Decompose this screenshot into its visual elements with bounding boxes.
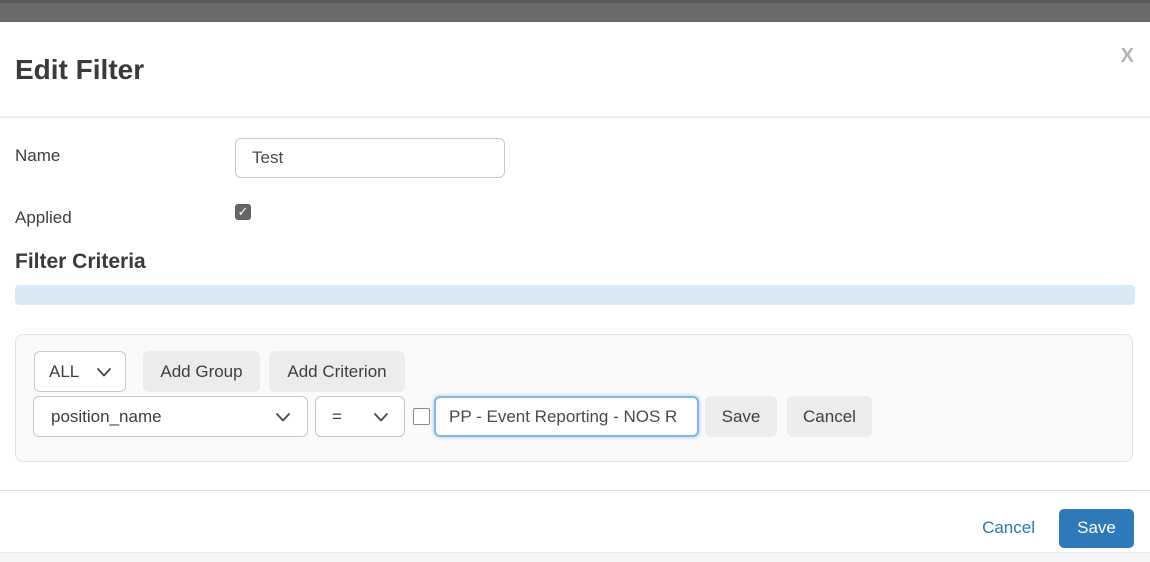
criteria-panel: ALL Add Group Add Criterion position_nam… [15, 334, 1133, 462]
close-icon[interactable]: X [1121, 46, 1134, 66]
group-operator-select[interactable]: ALL [34, 351, 126, 392]
page-top-bar [0, 0, 1150, 22]
page-bottom-strip [0, 552, 1150, 562]
chevron-down-icon [276, 407, 290, 427]
criterion-checkbox[interactable] [413, 408, 430, 425]
group-operator-value: ALL [49, 361, 80, 381]
name-input[interactable] [235, 138, 505, 178]
cancel-link[interactable]: Cancel [982, 518, 1035, 538]
dialog-title: Edit Filter [15, 54, 145, 85]
edit-filter-dialog: Edit Filter X Name Applied ✓ Filter Crit… [0, 22, 1150, 552]
criterion-field-select[interactable]: position_name [33, 396, 308, 437]
header-divider [0, 116, 1150, 118]
applied-checkbox[interactable]: ✓ [235, 204, 251, 220]
dialog-footer: Cancel Save [982, 508, 1134, 548]
criterion-cancel-button[interactable]: Cancel [787, 396, 872, 437]
footer-divider [0, 490, 1150, 491]
criterion-value-input[interactable] [434, 396, 699, 437]
name-label: Name [15, 146, 61, 165]
criterion-operator-value: = [332, 406, 342, 426]
save-button[interactable]: Save [1059, 508, 1134, 548]
criterion-row: position_name = Save Cancel [33, 396, 872, 437]
criterion-operator-select[interactable]: = [315, 396, 405, 437]
applied-label: Applied [15, 208, 72, 227]
filter-criteria-heading: Filter Criteria [15, 250, 146, 273]
criteria-group-row: ALL Add Group Add Criterion [34, 351, 405, 392]
check-icon: ✓ [237, 204, 249, 219]
criterion-field-value: position_name [51, 406, 162, 426]
criteria-info-bar [15, 285, 1135, 305]
add-criterion-button[interactable]: Add Criterion [269, 351, 405, 392]
add-group-button[interactable]: Add Group [143, 351, 260, 392]
chevron-down-icon [97, 362, 111, 382]
chevron-down-icon [374, 407, 388, 427]
criterion-save-button[interactable]: Save [705, 396, 777, 437]
